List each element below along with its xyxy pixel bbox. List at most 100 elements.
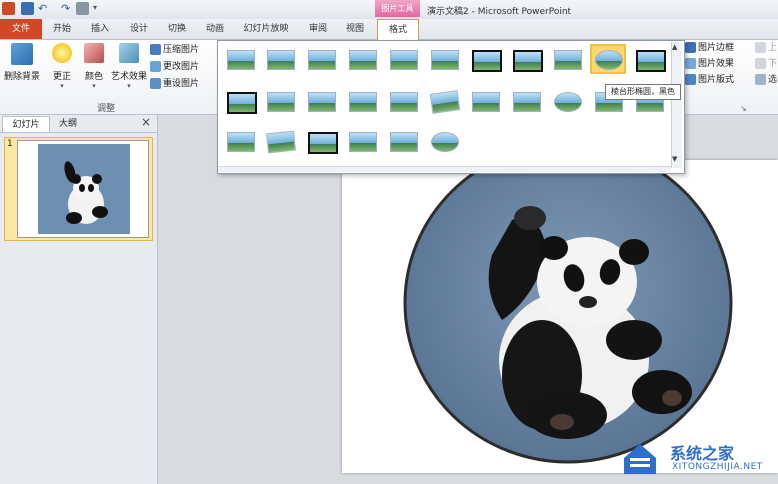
save-icon[interactable]: [21, 2, 34, 15]
style-preview-image: [349, 50, 377, 70]
gallery-scrollbar[interactable]: [671, 42, 682, 168]
picture-style-option[interactable]: [387, 46, 419, 72]
powerpoint-app-icon[interactable]: [2, 2, 15, 15]
scroll-up-icon[interactable]: ▲: [672, 43, 677, 51]
customize-quick-access-icon[interactable]: ▾: [93, 3, 97, 12]
picture-effects-button[interactable]: 图片效果: [685, 58, 734, 71]
tab-file[interactable]: 文件: [0, 19, 42, 39]
picture-style-option[interactable]: [305, 46, 337, 72]
picture-style-option[interactable]: [305, 128, 338, 154]
compress-icon: [150, 44, 161, 55]
picture-style-option[interactable]: [551, 88, 583, 114]
picture-style-option-selected[interactable]: [592, 46, 624, 72]
style-preview-image: [308, 92, 336, 112]
picture-style-option[interactable]: [428, 128, 460, 154]
picture-style-option[interactable]: [264, 128, 296, 154]
picture-style-option[interactable]: [224, 128, 256, 154]
close-panel-icon[interactable]: ×: [141, 115, 151, 129]
watermark-brand: 系统之家: [670, 444, 735, 463]
style-preview-image: [390, 50, 418, 70]
chevron-down-icon: ▾: [60, 82, 64, 90]
color-button[interactable]: 颜色 ▾: [80, 43, 108, 90]
style-preview-image: [554, 92, 582, 112]
reset-picture-button[interactable]: 重设图片: [150, 78, 199, 91]
picture-style-option[interactable]: [428, 46, 460, 72]
picture-style-option[interactable]: [428, 88, 461, 114]
tab-format[interactable]: 格式: [377, 19, 419, 40]
group-label-adjust: 调整: [97, 104, 116, 114]
scroll-down-icon[interactable]: ▼: [672, 155, 677, 163]
style-preview-image: [472, 50, 502, 72]
picture-style-option[interactable]: [346, 88, 378, 114]
compress-pictures-button[interactable]: 压缩图片: [150, 44, 199, 57]
artistic-effects-button[interactable]: 艺术效果 ▾: [110, 43, 148, 90]
tab-transitions[interactable]: 切换: [161, 19, 193, 39]
picture-tools-context-label: 图片工具: [375, 0, 420, 17]
picture-style-option[interactable]: [387, 128, 419, 154]
picture-style-option[interactable]: [633, 46, 666, 72]
picture-style-option[interactable]: [510, 88, 542, 114]
style-preview-image: [513, 50, 543, 72]
slide-number: 1: [7, 139, 13, 149]
tab-design[interactable]: 设计: [123, 19, 155, 39]
picture-style-option[interactable]: [469, 46, 502, 72]
corrections-button[interactable]: 更正 ▾: [48, 43, 76, 90]
dialog-launcher-icon[interactable]: ↘: [740, 104, 747, 113]
effects-icon: [685, 58, 696, 69]
tab-animations[interactable]: 动画: [199, 19, 231, 39]
picture-style-option[interactable]: [551, 46, 583, 72]
picture-style-option[interactable]: [387, 88, 419, 114]
style-preview-image: [349, 132, 377, 152]
watermark-logo-icon: [620, 438, 660, 478]
slide-thumbnail[interactable]: [17, 140, 149, 238]
picture-style-option[interactable]: [224, 46, 256, 72]
tab-slides[interactable]: 幻灯片: [2, 116, 50, 133]
style-preview-image: [472, 92, 500, 112]
undo-icon[interactable]: ↶: [38, 2, 51, 15]
print-icon[interactable]: [76, 2, 89, 15]
picture-style-option[interactable]: [510, 46, 543, 72]
picture-style-option[interactable]: [264, 46, 296, 72]
style-preview-image: [431, 132, 459, 152]
style-preview-image: [308, 50, 336, 70]
bring-forward-icon: [755, 42, 766, 53]
gallery-resize-handle[interactable]: [218, 166, 671, 172]
tab-review[interactable]: 审阅: [302, 19, 334, 39]
picture-layout-button[interactable]: 图片版式: [685, 74, 734, 87]
color-icon: [84, 43, 104, 63]
selection-pane-button[interactable]: 选: [755, 74, 777, 87]
picture-border-button[interactable]: 图片边框: [685, 42, 734, 55]
change-picture-button[interactable]: 更改图片: [150, 61, 199, 74]
change-picture-icon: [150, 61, 161, 72]
tab-insert[interactable]: 插入: [84, 19, 116, 39]
remove-background-button[interactable]: 删除背景: [2, 43, 42, 82]
bring-forward-button[interactable]: 上: [755, 42, 777, 55]
slide[interactable]: [342, 142, 778, 473]
picture-style-option[interactable]: [305, 88, 337, 114]
tab-outline[interactable]: 大纲: [50, 116, 86, 132]
picture-style-option[interactable]: [469, 88, 501, 114]
compress-label: 压缩图片: [163, 45, 200, 55]
bring-forward-label: 上: [768, 43, 778, 53]
picture-style-option[interactable]: [264, 88, 296, 114]
send-backward-button[interactable]: 下: [755, 58, 777, 71]
picture-style-option[interactable]: [346, 128, 378, 154]
picture-oval-panda[interactable]: [342, 142, 778, 473]
window-title: 演示文稿2 - Microsoft PowerPoint: [427, 7, 572, 17]
chevron-down-icon: ▾: [127, 82, 131, 90]
tab-home[interactable]: 开始: [46, 19, 78, 39]
style-preview-image: [595, 50, 623, 70]
picture-border-label: 图片边框: [698, 43, 735, 53]
picture-style-option[interactable]: [346, 46, 378, 72]
layout-icon: [685, 74, 696, 85]
tab-view[interactable]: 视图: [339, 19, 371, 39]
tab-slideshow[interactable]: 幻灯片放映: [237, 19, 295, 39]
style-preview-image: [227, 50, 255, 70]
redo-icon[interactable]: ↷: [61, 2, 74, 15]
style-preview-image: [429, 90, 461, 114]
panel-divider: [0, 132, 157, 133]
picture-style-option[interactable]: [224, 88, 257, 114]
picture-layout-label: 图片版式: [698, 75, 735, 85]
reset-picture-label: 重设图片: [163, 79, 200, 89]
reset-icon: [150, 78, 161, 89]
